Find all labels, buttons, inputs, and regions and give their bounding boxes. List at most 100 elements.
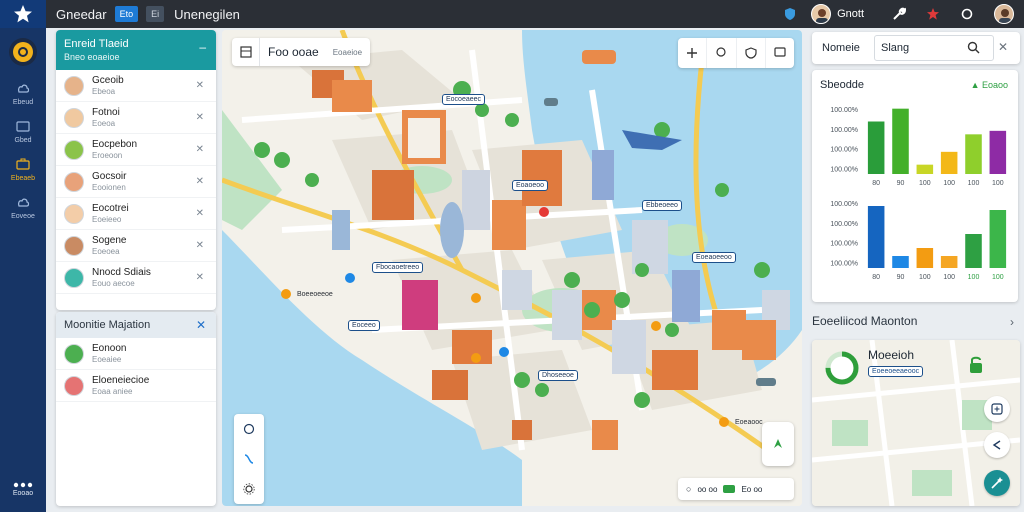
recent-map-card[interactable]: Moeeioh Eoeeoeeaeooc: [812, 340, 1020, 506]
contact-item[interactable]: Sogene Eoeoea ✕: [56, 230, 216, 262]
chart0-xtick: 90: [897, 180, 905, 187]
progress-ring-icon: [825, 351, 859, 385]
map-label-4[interactable]: Eoceeo: [348, 320, 380, 331]
user-avatar[interactable]: [811, 4, 832, 24]
contact-sub: Eoeoea: [92, 247, 120, 256]
user-icon: [816, 9, 829, 23]
lock-icon: [970, 356, 982, 373]
remove-icon[interactable]: ✕: [196, 112, 204, 123]
alert-button[interactable]: [916, 0, 950, 28]
app-chip-primary[interactable]: Eto: [114, 6, 139, 22]
add-layer-button[interactable]: [984, 396, 1010, 422]
contacts-title: Enreid Tlaeid: [64, 38, 129, 50]
chart1-xtick: 100: [919, 274, 931, 281]
rail-item-3[interactable]: Eoveoe: [0, 196, 46, 220]
app-logo[interactable]: [0, 0, 46, 28]
contact-item[interactable]: Eocpebon Eroeoon ✕: [56, 134, 216, 166]
chart0-bar: [965, 134, 982, 174]
contact-item[interactable]: Gocsoir Eooionen ✕: [56, 166, 216, 198]
home-button[interactable]: [9, 38, 37, 66]
more-dots-icon: [13, 482, 33, 488]
chart1-ytick: 100.00%: [830, 221, 858, 228]
map-label-7[interactable]: Dhoseeoe: [538, 370, 578, 381]
chart0-xtick: 100: [943, 180, 955, 187]
map-label-1[interactable]: Eoaoeoo: [512, 180, 549, 191]
map-canvas[interactable]: [222, 30, 802, 506]
stats-trend: ▲ Eoaoo: [970, 80, 1008, 90]
chart1-ytick: 100.00%: [830, 261, 858, 268]
minimize-icon[interactable]: –: [199, 40, 206, 54]
comment-button[interactable]: [234, 414, 264, 444]
contact-text: Gocsoir Eooionen: [92, 171, 126, 192]
app-subtitle: Unenegilen: [174, 6, 240, 22]
remove-icon[interactable]: ✕: [196, 144, 204, 155]
contact-item[interactable]: Eocotrei Eoeieeo ✕: [56, 198, 216, 230]
chat-button[interactable]: [766, 38, 794, 68]
zoom-in-button[interactable]: [678, 38, 708, 68]
pin-outline-icon: [716, 47, 726, 57]
map-label-0[interactable]: Eocoeaeec: [442, 94, 486, 105]
map-view[interactable]: Eocoeaeec Eoaoeoo Fbocaoetreeo Boeeoeeoe…: [222, 30, 802, 506]
clear-icon[interactable]: ✕: [998, 40, 1008, 54]
remove-icon[interactable]: ✕: [196, 176, 204, 187]
shield-button[interactable]: [773, 0, 807, 28]
tools-button[interactable]: [882, 0, 916, 28]
rail-label-2: Ebeaeb: [10, 175, 36, 182]
folder-icon: [16, 121, 30, 132]
chart1-xtick: 100: [992, 274, 1004, 281]
remove-icon[interactable]: ✕: [196, 208, 204, 219]
rail-item-2[interactable]: Ebeaeb: [0, 158, 46, 182]
stats-header: Sbeodde ▲ Eoaoo: [812, 70, 1018, 98]
recent-header[interactable]: Eoeeliicod Maonton ›: [812, 314, 1020, 336]
contact-text: Eocotrei Eoeieeo: [92, 203, 129, 224]
contact-item[interactable]: Gceoib Ebeoa ✕: [56, 70, 216, 102]
close-icon[interactable]: ✕: [196, 318, 206, 332]
remove-icon[interactable]: ✕: [196, 272, 204, 283]
profile-button[interactable]: [984, 0, 1024, 28]
map-search-box[interactable]: Foo ooae Eoaeioe: [232, 38, 370, 66]
chat-icon: [774, 47, 786, 57]
contact-name: Gocsoir: [92, 171, 127, 182]
direction-button[interactable]: [984, 432, 1010, 458]
contact-name: Fotnoi: [92, 107, 120, 118]
contact-sub: Eoeieeo: [92, 215, 122, 224]
rail-item-0[interactable]: Ebeud: [0, 82, 46, 106]
remove-icon[interactable]: ✕: [196, 240, 204, 251]
chart0-xtick: 100: [919, 180, 931, 187]
locate-button[interactable]: [707, 38, 737, 68]
marker-button[interactable]: [737, 38, 766, 68]
member-item[interactable]: Eonoon Eoeaiee: [56, 338, 216, 370]
map-label-2[interactable]: Fbocaoetreeo: [372, 262, 424, 273]
app-chip-secondary[interactable]: Ei: [146, 6, 165, 22]
layer-plus-icon: [991, 403, 1003, 415]
contact-item[interactable]: Nnocd Sdiais Eouo aecoe ✕: [56, 262, 216, 294]
rail-more[interactable]: Eooao: [0, 482, 46, 497]
settings-button[interactable]: [234, 474, 264, 504]
rail-label-0: Ebeud: [12, 99, 34, 106]
map-label-3[interactable]: Boeeoeeoe: [294, 290, 336, 299]
contact-name: Eocotrei: [92, 203, 129, 214]
cloud-icon: [18, 84, 30, 93]
map-label-8[interactable]: Eoeaooc: [732, 418, 766, 427]
navigate-button[interactable]: [762, 422, 794, 466]
map-label-6[interactable]: Eoeaoeeoo: [692, 252, 736, 263]
stats-chart: 100.00% 100.00% 100.00% 100.00% 80 90 100 100 10…: [830, 107, 1007, 281]
magic-button[interactable]: [984, 470, 1010, 496]
contacts-panel: Enreid Tlaeid Bneo eoaeioe – Gceoib Ebeoa…: [56, 30, 216, 310]
member-avatar: [64, 343, 84, 364]
chart1-xtick: 100: [968, 274, 980, 281]
map-label-5[interactable]: Ebbeoeeo: [642, 200, 682, 211]
contact-sub: Eroeoon: [92, 151, 123, 160]
contact-avatar: [64, 235, 84, 256]
route-button[interactable]: [234, 444, 264, 474]
search-icon[interactable]: [967, 41, 980, 54]
member-item[interactable]: Eloeneiecioe Eoaa aniee: [56, 370, 216, 402]
contact-sub: Eouo aecoe: [92, 279, 135, 288]
contact-item[interactable]: Fotnoi Eoeoa ✕: [56, 102, 216, 134]
remove-icon[interactable]: ✕: [196, 80, 204, 91]
map-search-text: Foo ooae: [268, 45, 319, 59]
layers-button[interactable]: [232, 38, 260, 66]
chevron-right-icon[interactable]: ›: [1010, 315, 1014, 329]
rail-item-1[interactable]: Gbed: [0, 120, 46, 144]
status-button[interactable]: [950, 0, 984, 28]
